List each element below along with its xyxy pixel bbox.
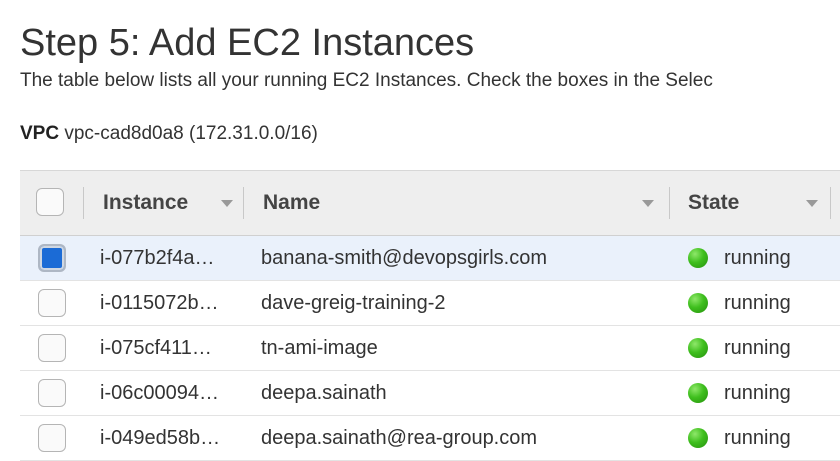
green-dot-icon [688,338,708,358]
row-checkbox[interactable] [38,379,66,407]
column-divider [243,187,244,219]
instances-table: Instance Name State i-077b2f4a… banana-s… [20,170,840,461]
state-label: running [724,291,791,314]
table-header: Instance Name State [20,170,840,236]
vpc-info: VPC vpc-cad8d0a8 (172.31.0.0/16) [20,123,318,145]
instance-id: i-049ed58b… [100,426,221,449]
instance-state: running [688,416,840,460]
vpc-value: vpc-cad8d0a8 (172.31.0.0/16) [64,123,318,144]
row-checkbox[interactable] [38,334,66,362]
vpc-label: VPC [20,123,60,144]
caret-down-icon[interactable] [221,200,233,207]
state-label: running [724,426,791,449]
table-row[interactable]: i-0115072b… dave-greig-training-2 runnin… [20,281,840,326]
column-header-instance[interactable]: Instance [85,171,243,235]
instance-name: deepa.sainath@rea-group.com [261,426,538,449]
instance-state: running [688,236,840,280]
column-divider [83,187,84,219]
state-label: running [724,381,791,404]
green-dot-icon [688,383,708,403]
table-row[interactable]: i-049ed58b… deepa.sainath@rea-group.com … [20,416,840,461]
column-header-state[interactable]: State [670,171,830,235]
instance-state: running [688,371,840,415]
green-dot-icon [688,428,708,448]
instance-state: running [688,326,840,370]
instance-name: deepa.sainath [261,381,387,404]
row-checkbox[interactable] [38,289,66,317]
instance-name: dave-greig-training-2 [261,291,446,314]
select-all-checkbox[interactable] [36,188,64,216]
state-label: running [724,336,791,359]
instance-name: tn-ami-image [261,336,378,359]
page-title: Step 5: Add EC2 Instances [20,22,475,64]
state-label: running [724,246,791,269]
caret-down-icon[interactable] [642,200,654,207]
instance-id: i-077b2f4a… [100,246,215,269]
column-header-label: Name [263,191,321,214]
instance-state: running [688,281,840,325]
instance-id: i-0115072b… [100,291,219,314]
instance-name: banana-smith@devopsgirls.com [261,246,547,269]
row-checkbox[interactable] [38,244,66,272]
instance-id: i-06c00094… [100,381,219,404]
green-dot-icon [688,248,708,268]
page-description: The table below lists all your running E… [20,70,713,91]
column-header-name[interactable]: Name [245,171,669,235]
column-divider [830,187,831,219]
row-checkbox[interactable] [38,424,66,452]
table-row[interactable]: i-075cf411… tn-ami-image running [20,326,840,371]
column-header-label: State [688,191,740,214]
caret-down-icon[interactable] [806,200,818,207]
column-header-label: Instance [103,191,189,214]
table-row[interactable]: i-077b2f4a… banana-smith@devopsgirls.com… [20,236,840,281]
green-dot-icon [688,293,708,313]
table-row[interactable]: i-06c00094… deepa.sainath running [20,371,840,416]
instance-id: i-075cf411… [100,336,212,359]
